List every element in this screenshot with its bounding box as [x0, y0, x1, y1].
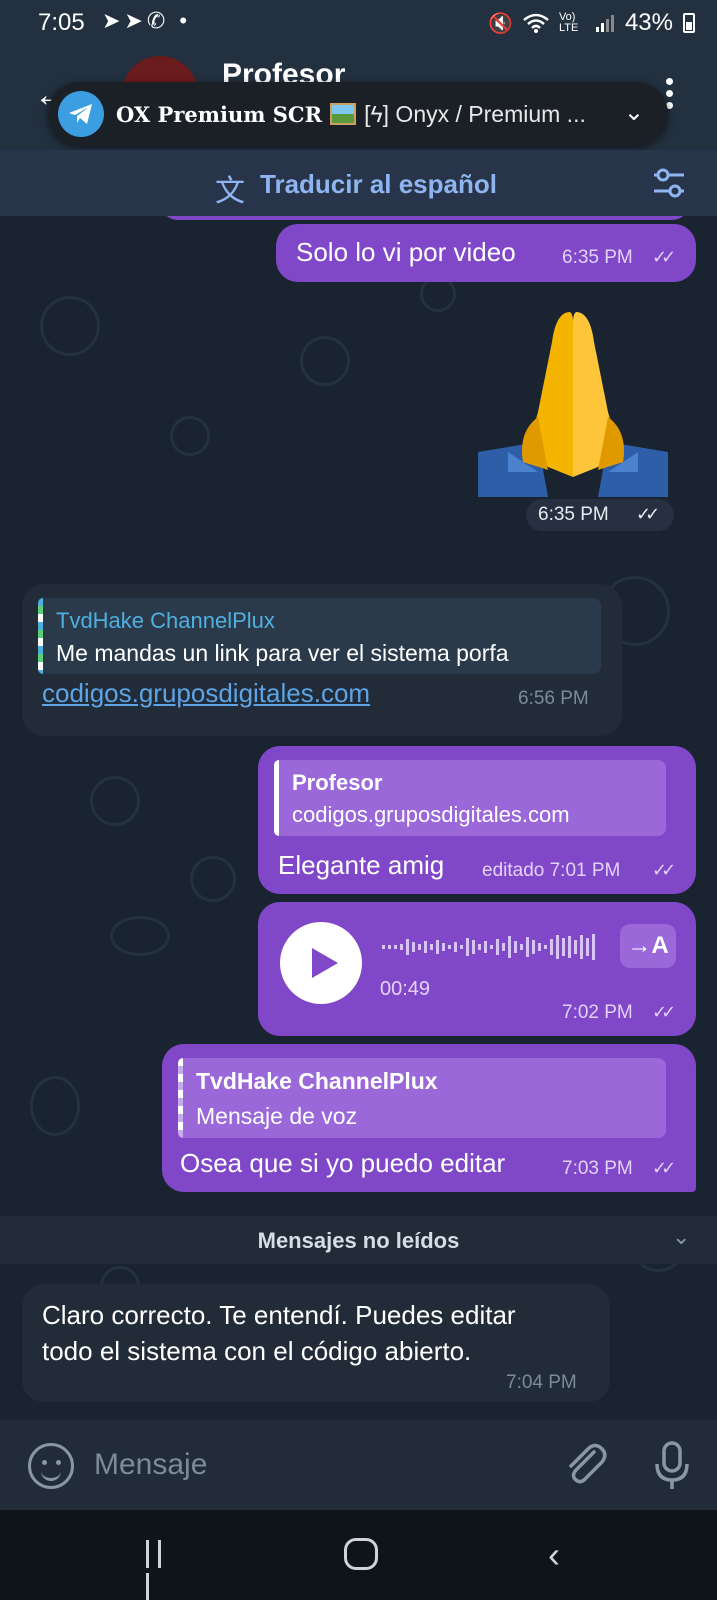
read-check-icon: ✓✓	[652, 860, 676, 880]
reply-quote[interactable]: Profesor codigos.gruposdigitales.com	[274, 760, 666, 836]
outgoing-message[interactable]: TvdHake ChannelPlux Mensaje de voz Osea …	[162, 1044, 696, 1192]
message-text-line: todo el sistema con el código abierto.	[42, 1336, 472, 1366]
attach-icon[interactable]	[560, 1440, 610, 1490]
chevron-down-icon[interactable]: ⌄	[624, 98, 644, 127]
message-text: Solo lo vi por video	[296, 237, 516, 267]
reply-author: TvdHake ChannelPlux	[56, 608, 275, 633]
message-link[interactable]: codigos.gruposdigitales.com	[42, 678, 370, 709]
play-icon	[312, 948, 338, 978]
signal-icon	[595, 15, 614, 32]
translate-settings-icon[interactable]	[652, 165, 686, 201]
read-check-icon: ✓✓	[636, 504, 660, 524]
unread-divider-label: Mensajes no leídos	[257, 1228, 460, 1253]
battery-icon	[683, 13, 695, 33]
status-time: 7:05	[38, 9, 85, 36]
incoming-message[interactable]: TvdHake ChannelPlux Me mandas un link pa…	[22, 584, 622, 736]
picture-emoji-icon	[330, 103, 357, 125]
outgoing-message[interactable]: Profesor codigos.gruposdigitales.com Ele…	[258, 746, 696, 894]
notification-pill[interactable]: OX Premium SCR [ϟ] Onyx / Premium ... ⌄	[48, 82, 668, 146]
reply-author: TvdHake ChannelPlux	[196, 1068, 438, 1094]
reply-quote[interactable]: TvdHake ChannelPlux Mensaje de voz	[178, 1058, 666, 1138]
message-time: 6:56 PM	[518, 688, 589, 709]
message-text: Elegante amig	[278, 850, 445, 880]
read-check-icon: ✓✓	[652, 1002, 676, 1022]
message-text-line: Claro correcto. Te entendí. Puedes edita…	[42, 1300, 516, 1330]
emoji-message[interactable]	[478, 302, 668, 502]
message-time: 6:35 PM	[538, 504, 609, 525]
reply-author: Profesor	[292, 770, 383, 795]
notification-title: OX Premium SCR	[116, 101, 323, 127]
message-time: 7:02 PM	[562, 1002, 633, 1023]
play-button[interactable]	[280, 922, 362, 1004]
message-text: Osea que si yo puedo editar	[180, 1148, 506, 1178]
voice-message[interactable]: 00:49 →A 7:02 PM ✓✓	[258, 902, 696, 1036]
message-time: 6:35 PM	[562, 247, 633, 268]
nav-back-icon[interactable]: ‹	[548, 1534, 560, 1576]
emoji-time-chip: 6:35 PM ✓✓	[526, 499, 674, 531]
translate-icon: 文	[215, 175, 245, 208]
folded-hands-emoji-icon	[478, 312, 668, 497]
outgoing-message[interactable]: Solo lo vi por video 6:35 PM ✓✓	[276, 224, 696, 282]
transcribe-button[interactable]: →A	[620, 924, 676, 968]
microphone-icon[interactable]	[652, 1440, 692, 1492]
reply-quote[interactable]: TvdHake ChannelPlux Me mandas un link pa…	[38, 598, 601, 674]
home-icon[interactable]	[344, 1538, 378, 1570]
wifi-icon	[523, 13, 549, 33]
message-time: 7:03 PM	[562, 1158, 633, 1179]
volte-indicator: Vo) LTE	[558, 11, 579, 34]
more-menu-icon[interactable]	[666, 78, 676, 112]
telegram-logo-icon	[58, 91, 104, 137]
mute-icon: 🔇	[488, 12, 513, 35]
status-right-group: 🔇 Vo) LTE 43%	[488, 9, 695, 37]
message-edited-time: editado 7:01 PM	[482, 860, 621, 881]
emoji-icon[interactable]	[28, 1443, 74, 1489]
chevron-down-icon[interactable]: ⌄	[672, 1224, 690, 1250]
message-time: 7:04 PM	[506, 1372, 577, 1393]
reply-text: Mensaje de voz	[196, 1103, 358, 1129]
message-input[interactable]: Mensaje	[94, 1448, 207, 1482]
reply-text: codigos.gruposdigitales.com	[292, 802, 570, 827]
read-check-icon: ✓✓	[652, 1158, 676, 1178]
battery-percent: 43%	[624, 9, 673, 36]
previous-message-edge	[160, 216, 690, 220]
notification-subtitle: [ϟ] Onyx / Premium ...	[364, 100, 586, 127]
recent-apps-icon[interactable]	[146, 1540, 180, 1600]
read-check-icon: ✓✓	[652, 247, 676, 267]
status-notification-icons: ➤➤✆ •	[102, 8, 192, 33]
voice-waveform	[382, 934, 595, 960]
incoming-message[interactable]: Claro correcto. Te entendí. Puedes edita…	[22, 1284, 610, 1402]
voice-duration: 00:49	[380, 978, 431, 1000]
reply-text: Me mandas un link para ver el sistema po…	[56, 640, 509, 666]
translate-label[interactable]: Traducir al español	[260, 169, 497, 200]
